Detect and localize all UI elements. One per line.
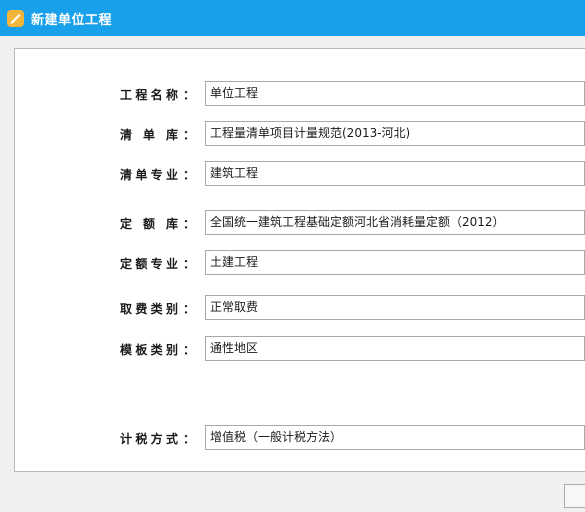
quota-library-select[interactable]: 全国统一建筑工程基础定额河北省消耗量定额（2012） [205,210,585,235]
template-category-select[interactable]: 通性地区 [205,336,585,361]
window-title: 新建单位工程 [31,13,113,28]
tax-method-select[interactable]: 增值税（一般计税方法） [205,425,585,450]
dialog-button[interactable] [564,484,585,508]
bill-library-label: 清单库： [120,128,196,142]
tax-method-label: 计税方式： [120,432,196,446]
app-logo-icon [7,10,24,27]
bill-specialty-label: 清单专业： [120,168,196,182]
bill-specialty-select[interactable]: 建筑工程 [205,161,585,186]
quota-library-label: 定额库： [120,217,196,231]
bill-library-select[interactable]: 工程量清单项目计量规范(2013-河北) [205,121,585,146]
quota-specialty-select[interactable]: 土建工程 [205,250,585,275]
title-bar: 新建单位工程 [0,0,585,36]
project-name-input[interactable]: 单位工程 [205,81,585,106]
fee-category-label: 取费类别： [120,302,196,316]
template-category-label: 模板类别： [120,343,196,357]
quota-specialty-label: 定额专业： [120,257,196,271]
fee-category-select[interactable]: 正常取费 [205,295,585,320]
project-name-label: 工程名称： [120,88,196,102]
